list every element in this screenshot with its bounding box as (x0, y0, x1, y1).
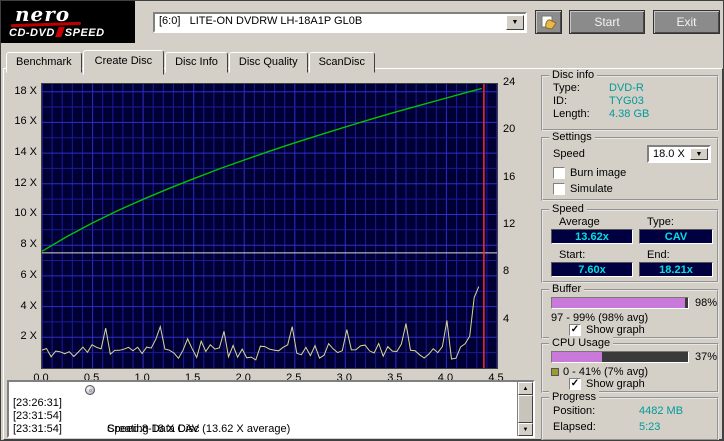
chart-region: 2 X 4 X 6 X 8 X 10 X 12 X 14 X 16 X 18 X 4 8 12 16 20… (3, 79, 535, 381)
left-axis-tick: 8 X (3, 238, 37, 250)
speed-panel: Speed Average Type: 13.62x CAV Start: En… (541, 209, 719, 283)
scroll-down-icon[interactable]: ▼ (518, 423, 533, 436)
end-label: End: (647, 249, 670, 261)
cpu-range: 0 - 41% (7% avg) (563, 366, 648, 378)
buffer-percent: 98% (695, 297, 717, 309)
cpu-title: CPU Usage (549, 337, 613, 349)
log-message: Elapsed Time: 5:23 (107, 436, 204, 438)
burn-image-checkbox[interactable] (553, 167, 565, 179)
left-axis-tick: 14 X (3, 146, 37, 158)
hand-icon (540, 14, 558, 30)
simulate-checkbox[interactable] (553, 183, 565, 195)
nero-logo: nero CD-DVDSPEED (1, 1, 135, 43)
disc-length-label: Length: (553, 108, 590, 120)
average-speed-value: 13.62x (551, 229, 633, 244)
position-label: Position: (553, 405, 595, 417)
log-row: [23:31:54] Elapsed Time: 5:23 (9, 410, 533, 423)
event-log[interactable]: [23:26:31] Creating Data Disc [23:31:54]… (7, 380, 535, 438)
buffer-show-graph-checkbox[interactable]: ✓ (569, 324, 581, 336)
left-axis-tick: 10 X (3, 207, 37, 219)
burn-image-label: Burn image (570, 167, 626, 179)
progress-panel: Progress Position: 4482 MB Elapsed: 5:23 (541, 397, 719, 441)
speed-type-value: CAV (639, 229, 713, 244)
settings-title: Settings (549, 131, 595, 143)
start-button[interactable]: Start (569, 10, 645, 34)
logo-text-cdvdspeed: CD-DVD SPEED (9, 27, 105, 39)
elapsed-label: Elapsed: (553, 421, 596, 433)
right-axis-tick: 16 (503, 171, 527, 183)
right-axis-tick: 12 (503, 218, 527, 230)
log-timestamp: [23:31:54] (13, 423, 62, 436)
speed-select[interactable]: 18.0 X ▼ (647, 145, 711, 163)
buffer-bar (551, 297, 689, 309)
drive-select[interactable]: [6:0] LITE-ON DVDRW LH-18A1P GL0B ▼ (153, 12, 527, 33)
type-label: Type: (647, 216, 674, 228)
log-row: [23:26:31] Creating Data Disc (9, 384, 533, 397)
logo-speed: SPEED (65, 27, 105, 39)
start-speed-value: 7.60x (551, 262, 633, 277)
position-value: 4482 MB (639, 405, 683, 417)
options-button[interactable] (535, 10, 562, 34)
buffer-panel: Buffer 98% 97 - 99% (98% avg) ✓ Show gra… (541, 289, 719, 339)
buffer-range: 97 - 99% (98% avg) (551, 312, 648, 324)
settings-panel: Settings Speed 18.0 X ▼ Burn image Simul… (541, 137, 719, 201)
left-axis-tick: 18 X (3, 85, 37, 97)
elapsed-value: 5:23 (639, 421, 660, 433)
average-label: Average (559, 216, 600, 228)
disc-type-value: DVD-R (609, 82, 644, 94)
scroll-up-icon[interactable]: ▲ (518, 382, 533, 395)
cpu-legend-color-chip (551, 368, 559, 376)
tab-bar: Benchmark Create Disc Disc Info Disc Qua… (6, 50, 376, 73)
cpu-show-graph-checkbox[interactable]: ✓ (569, 378, 581, 390)
start-label: Start: (559, 249, 585, 261)
disc-id-value: TYG03 (609, 95, 644, 107)
tab-scandisc[interactable]: ScanDisc (309, 52, 375, 73)
disc-info-title: Disc info (549, 69, 597, 81)
tab-disc-quality[interactable]: Disc Quality (229, 52, 308, 73)
speed-chart (41, 83, 498, 369)
log-row: [23:31:54] Speed:8-18 X CAV (13.62 X ave… (9, 397, 533, 410)
disc-icon (85, 385, 95, 395)
left-axis-tick: 12 X (3, 177, 37, 189)
disc-info-panel: Disc info Type: DVD-R ID: TYG03 Length: … (541, 75, 719, 131)
buffer-show-graph-label: Show graph (586, 324, 645, 336)
cpu-show-graph-label: Show graph (586, 378, 645, 390)
left-axis-tick: 4 X (3, 300, 37, 312)
chevron-down-icon[interactable]: ▼ (690, 148, 708, 160)
progress-title: Progress (549, 391, 599, 403)
cpu-bar (551, 351, 689, 363)
disc-type-label: Type: (553, 82, 580, 94)
right-axis-tick: 4 (503, 313, 527, 325)
drive-select-value: [6:0] LITE-ON DVDRW LH-18A1P GL0B (159, 15, 362, 27)
simulate-label: Simulate (570, 183, 613, 195)
logo-cddvd: CD-DVD (9, 27, 55, 39)
tab-disc-info[interactable]: Disc Info (165, 52, 228, 73)
speed-panel-title: Speed (549, 203, 587, 215)
cpu-bar-fill (552, 352, 602, 362)
right-axis-tick: 20 (503, 123, 527, 135)
end-speed-value: 18.21x (639, 262, 713, 277)
exit-button[interactable]: Exit (653, 10, 720, 34)
scrollbar-thumb[interactable] (518, 395, 533, 423)
log-message: Speed:8-18 X CAV (13.62 X average) (107, 423, 290, 436)
left-axis-tick: 6 X (3, 269, 37, 281)
disc-length-value: 4.38 GB (609, 108, 649, 120)
chevron-down-icon[interactable]: ▼ (506, 15, 524, 30)
tab-benchmark[interactable]: Benchmark (6, 52, 82, 73)
tab-create-disc[interactable]: Create Disc (83, 50, 164, 75)
cpu-percent: 37% (695, 351, 717, 363)
disc-id-label: ID: (553, 95, 567, 107)
buffer-bar-fill (552, 298, 685, 308)
cpu-panel: CPU Usage 37% 0 - 41% (7% avg) ✓ Show gr… (541, 343, 719, 393)
right-axis-tick: 24 (503, 76, 527, 88)
app-window: nero CD-DVDSPEED [6:0] LITE-ON DVDRW LH-… (0, 0, 724, 441)
left-axis-tick: 16 X (3, 115, 37, 127)
buffer-title: Buffer (549, 283, 584, 295)
right-axis-tick: 8 (503, 265, 527, 277)
speed-setting-label: Speed (553, 148, 585, 160)
log-scrollbar[interactable]: ▲ ▼ (517, 382, 533, 436)
left-axis-tick: 2 X (3, 330, 37, 342)
lightning-icon (55, 27, 65, 37)
speed-select-value: 18.0 X (653, 148, 685, 160)
